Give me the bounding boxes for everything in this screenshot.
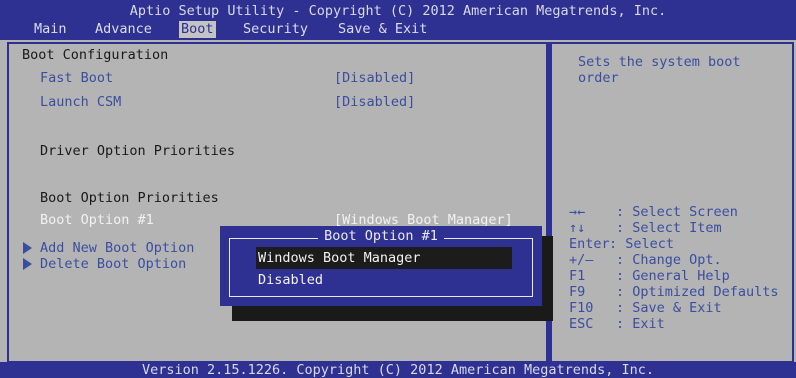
boot-configuration-heading: Boot Configuration	[22, 47, 169, 63]
key-exit: ESC: Exit	[569, 316, 665, 332]
option-disabled[interactable]: Disabled	[256, 269, 512, 291]
fast-boot-value[interactable]: [Disabled]	[334, 70, 415, 86]
driver-option-priorities-heading: Driver Option Priorities	[40, 143, 236, 159]
tab-save-exit[interactable]: Save & Exit	[338, 21, 427, 38]
up-down-arrows-icon: ↑↓	[569, 220, 586, 236]
fast-boot-label[interactable]: Fast Boot	[40, 70, 113, 86]
tab-boot[interactable]: Boot	[179, 21, 216, 38]
add-new-boot-option-link[interactable]: Add New Boot Option	[40, 240, 194, 256]
tab-security[interactable]: Security	[243, 21, 308, 38]
footer-version: Version 2.15.1226. Copyright (C) 2012 Am…	[0, 362, 796, 378]
key-save-exit: F10: Save & Exit	[569, 300, 722, 316]
boot-option-priorities-heading: Boot Option Priorities	[40, 190, 219, 206]
delete-boot-option-link[interactable]: Delete Boot Option	[40, 256, 186, 272]
boot-option-1-label[interactable]: Boot Option #1	[40, 212, 154, 228]
help-description-line-1: Sets the system boot	[578, 54, 741, 70]
help-description-line-2: order	[578, 70, 619, 86]
option-windows-boot-manager[interactable]: Windows Boot Manager	[256, 247, 512, 269]
key-select-item: ↑↓: Select Item	[569, 220, 722, 236]
key-change-opt: +/—: Change Opt.	[569, 252, 722, 268]
bios-setup-window: Aptio Setup Utility - Copyright (C) 2012…	[0, 0, 796, 378]
key-optimized-defaults: F9: Optimized Defaults	[569, 284, 779, 300]
launch-csm-value[interactable]: [Disabled]	[334, 94, 415, 110]
tab-main[interactable]: Main	[34, 21, 67, 38]
left-right-arrows-icon: →←	[569, 204, 586, 220]
popup-title: Boot Option #1	[220, 228, 542, 244]
submenu-arrow-icon	[23, 242, 32, 254]
key-general-help: F1: General Help	[569, 268, 730, 284]
title-bar: Aptio Setup Utility - Copyright (C) 2012…	[0, 0, 796, 40]
app-title: Aptio Setup Utility - Copyright (C) 2012…	[129, 3, 667, 19]
key-select-screen: →←: Select Screen	[569, 204, 738, 220]
launch-csm-label[interactable]: Launch CSM	[40, 94, 121, 110]
screen: Aptio Setup Utility - Copyright (C) 2012…	[0, 0, 796, 378]
key-enter: Enter: Select	[569, 236, 675, 252]
submenu-arrow-icon	[23, 258, 32, 270]
tab-advance[interactable]: Advance	[95, 21, 152, 38]
boot-option-popup: Boot Option #1 Windows Boot Manager Disa…	[220, 226, 542, 306]
